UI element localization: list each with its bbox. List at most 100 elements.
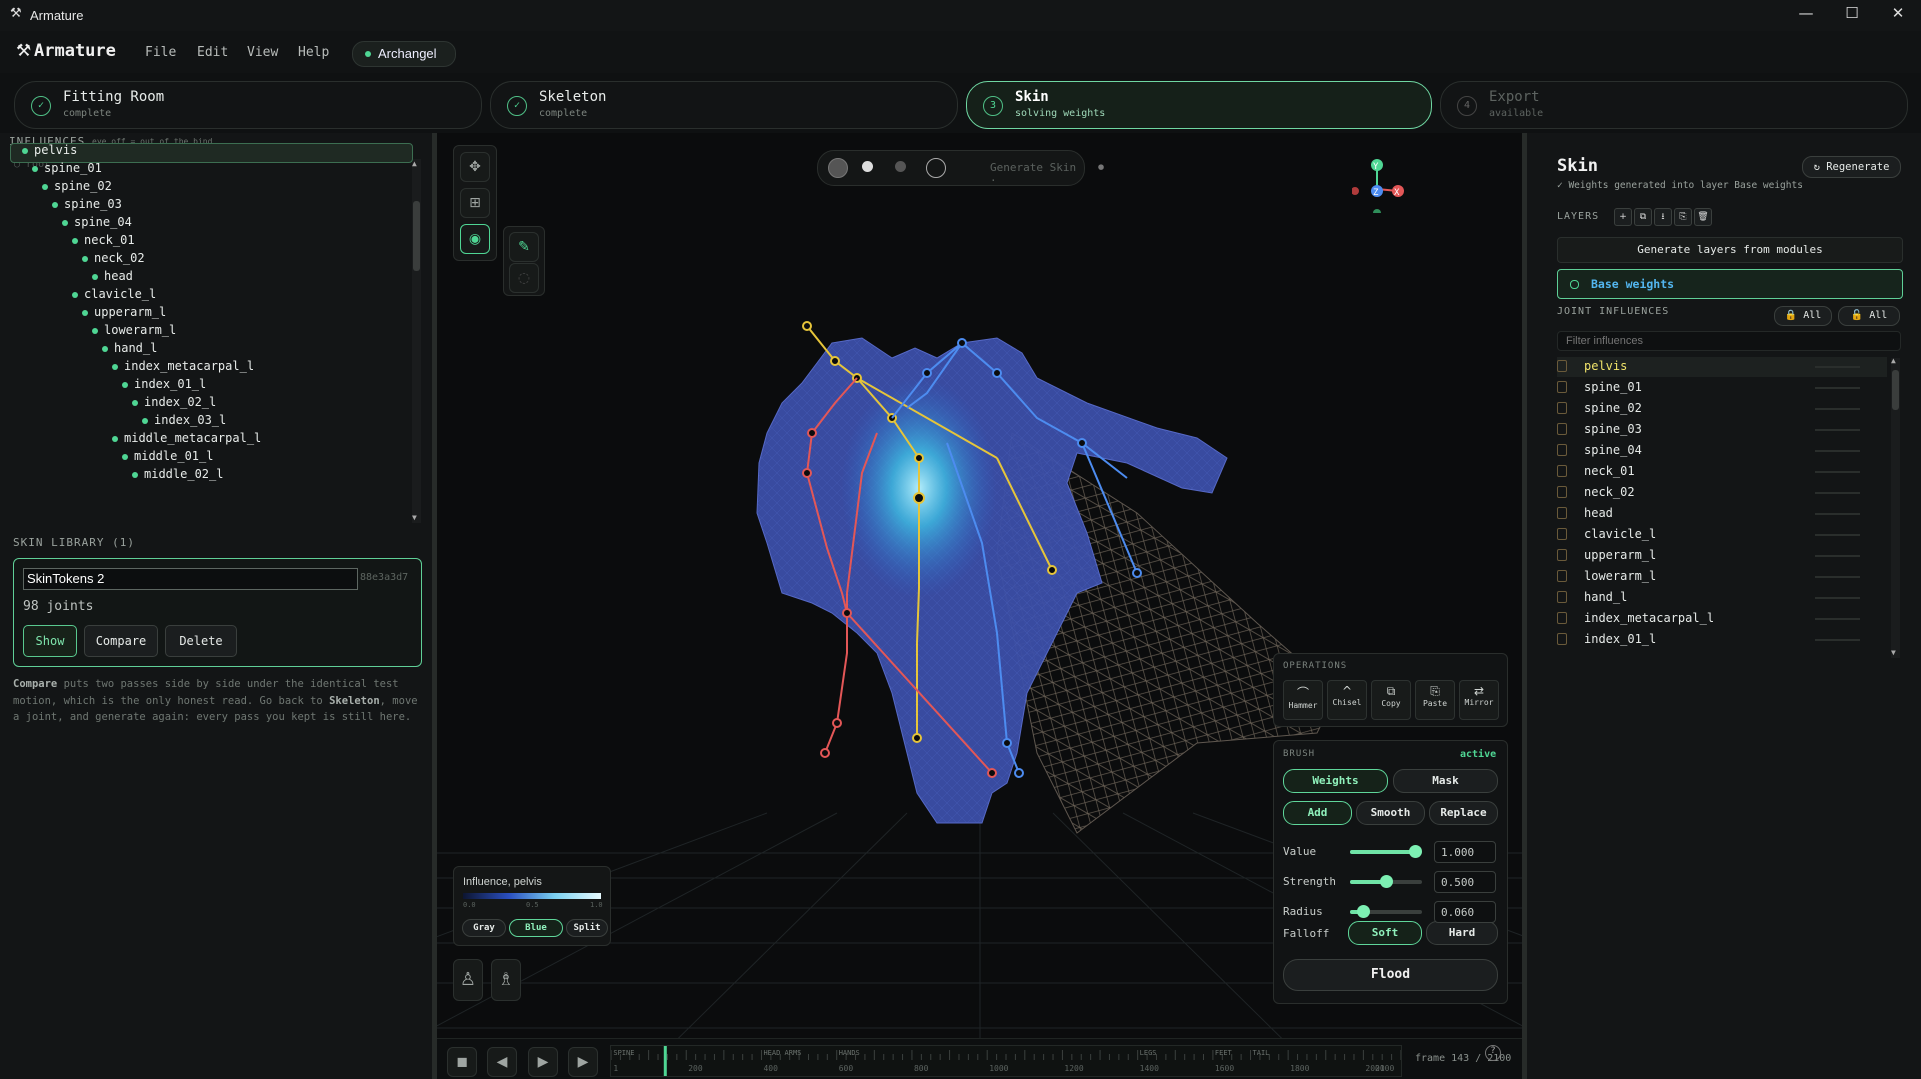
filter-influences-input[interactable] [1557, 331, 1901, 351]
tree-item-neck-01[interactable]: neck_01 [72, 233, 135, 251]
joint-row-upperarm-l[interactable]: upperarm_l [1557, 546, 1887, 566]
delete-layer-icon[interactable]: 🗑 [1694, 208, 1712, 226]
brush-mode-weights[interactable]: Weights [1283, 769, 1388, 793]
op-copy-button[interactable]: ⧉ Copy [1371, 680, 1411, 720]
radius-slider[interactable] [1350, 905, 1422, 918]
layer-base-weights[interactable]: Base weights [1557, 269, 1903, 299]
lock-icon[interactable] [1557, 381, 1567, 393]
duplicate-layer-icon[interactable]: ⧉ [1634, 208, 1652, 226]
tree-item-middle-metacarpal-l[interactable]: middle_metacarpal_l [112, 431, 261, 449]
falloff-hard[interactable]: Hard [1426, 921, 1498, 945]
lock-icon[interactable] [1557, 360, 1567, 372]
menu-file[interactable]: File [145, 45, 176, 60]
lock-icon[interactable] [1557, 549, 1567, 561]
import-layer-icon[interactable]: ⭳ [1654, 208, 1672, 226]
copy-layer-icon[interactable]: ⎘ [1674, 208, 1692, 226]
joint-row-spine-01[interactable]: spine_01 [1557, 378, 1887, 398]
generate-layers-button[interactable]: Generate layers from modules [1557, 237, 1903, 263]
tree-item-index-metacarpal-l[interactable]: index_metacarpal_l [112, 359, 254, 377]
scroll-thumb[interactable] [413, 201, 420, 271]
add-layer-icon[interactable]: + [1614, 208, 1632, 226]
op-paste-button[interactable]: ⎘ Paste [1415, 680, 1455, 720]
scroll-down-icon[interactable]: ▼ [412, 513, 417, 522]
value-slider[interactable] [1350, 845, 1422, 858]
lock-icon[interactable] [1557, 612, 1567, 624]
flood-button[interactable]: Flood [1283, 959, 1498, 991]
lock-icon[interactable] [1557, 507, 1567, 519]
tree-item-hand-l[interactable]: hand_l [102, 341, 157, 359]
brush-op-replace[interactable]: Replace [1429, 801, 1498, 825]
help-icon[interactable]: ? [1485, 1045, 1501, 1061]
tree-item-index-01-l[interactable]: index_01_l [122, 377, 206, 395]
legend-mode-split[interactable]: Split [566, 919, 608, 937]
shading-solid-icon[interactable] [828, 158, 848, 178]
falloff-soft[interactable]: Soft [1348, 921, 1422, 945]
brush-mode-mask[interactable]: Mask [1393, 769, 1498, 793]
menu-help[interactable]: Help [298, 45, 329, 60]
legend-mode-gray[interactable]: Gray [462, 919, 506, 937]
slider-knob[interactable] [1356, 905, 1370, 918]
joint-row-neck-02[interactable]: neck_02 [1557, 483, 1887, 503]
step-skin[interactable]: 3 Skin solving weights [966, 81, 1432, 129]
op-chisel-button[interactable]: ^ Chisel [1327, 680, 1367, 720]
tree-item-spine-03[interactable]: spine_03 [52, 197, 122, 215]
strength-slider[interactable] [1350, 875, 1422, 888]
joint-row-spine-03[interactable]: spine_03 [1557, 420, 1887, 440]
tree-item-middle-01-l[interactable]: middle_01_l [122, 449, 213, 467]
joint-row-lowerarm-l[interactable]: lowerarm_l [1557, 567, 1887, 587]
close-button[interactable]: ✕ [1878, 4, 1918, 26]
play-icon[interactable]: ▶ [528, 1047, 558, 1077]
scroll-thumb[interactable] [1892, 370, 1899, 410]
step-forward-icon[interactable]: ▶ [568, 1047, 598, 1077]
legend-mode-blue[interactable]: Blue [509, 919, 563, 937]
step-back-icon[interactable]: ◀ [487, 1047, 517, 1077]
op-mirror-button[interactable]: ⇄ Mirror [1459, 680, 1499, 720]
delete-button[interactable]: Delete [165, 625, 237, 657]
shading-dark-icon[interactable] [895, 161, 906, 172]
move-tool-icon[interactable]: ✥ [460, 152, 490, 182]
lock-icon[interactable] [1557, 633, 1567, 645]
scroll-up-icon[interactable]: ▲ [1891, 356, 1896, 365]
radius-value-input[interactable]: 0.060 [1434, 901, 1496, 923]
brush-icon[interactable]: ✎ [509, 232, 539, 262]
strength-value-input[interactable]: 0.500 [1434, 871, 1496, 893]
op-hammer-button[interactable]: ⌒ Hammer [1283, 680, 1323, 720]
joint-row-pelvis[interactable]: pelvis [1557, 357, 1887, 377]
tree-item-spine-02[interactable]: spine_02 [42, 179, 112, 197]
lock-all-button[interactable]: 🔒 All [1774, 306, 1832, 326]
lasso-icon[interactable]: ◌ [509, 263, 539, 293]
lock-icon[interactable] [1557, 591, 1567, 603]
axis-gizmo[interactable]: Y X Z [1351, 133, 1422, 217]
joint-row-index-01-l[interactable]: index_01_l [1557, 630, 1887, 650]
lock-icon[interactable] [1557, 465, 1567, 477]
lock-icon[interactable] [1557, 486, 1567, 498]
joint-scrollbar[interactable]: ▲ ▼ [1891, 356, 1900, 658]
step-fitting-room[interactable]: ✓ Fitting Room complete [14, 81, 482, 129]
menu-view[interactable]: View [247, 45, 278, 60]
project-chip[interactable]: Archangel [352, 41, 456, 67]
menu-edit[interactable]: Edit [197, 45, 228, 60]
tree-item-upperarm-l[interactable]: upperarm_l [82, 305, 166, 323]
value-value-input[interactable]: 1.000 [1434, 841, 1496, 863]
shading-matcap-icon[interactable] [862, 161, 873, 172]
lock-icon[interactable] [1557, 528, 1567, 540]
tree-scrollbar[interactable]: ▲ ▼ [412, 159, 421, 523]
maximize-button[interactable]: ☐ [1832, 4, 1872, 26]
frame-tool-icon[interactable]: ⊞ [460, 188, 490, 218]
lock-icon[interactable] [1557, 444, 1567, 456]
lock-icon[interactable] [1557, 570, 1567, 582]
brush-op-add[interactable]: Add [1283, 801, 1352, 825]
regenerate-button[interactable]: ↻ Regenerate [1802, 156, 1901, 178]
joint-row-spine-02[interactable]: spine_02 [1557, 399, 1887, 419]
joint-row-hand-l[interactable]: hand_l [1557, 588, 1887, 608]
joint-row-neck-01[interactable]: neck_01 [1557, 462, 1887, 482]
lock-icon[interactable] [1557, 423, 1567, 435]
step-export[interactable]: 4 Export available [1440, 81, 1908, 129]
wireframe-icon[interactable] [926, 158, 946, 178]
skin-name-input[interactable]: SkinTokens 2 [23, 568, 358, 590]
brush-op-smooth[interactable]: Smooth [1356, 801, 1425, 825]
slider-knob[interactable] [1408, 845, 1422, 858]
stop-icon[interactable]: ◼ [447, 1047, 477, 1077]
show-button[interactable]: Show [23, 625, 77, 657]
mannequin-solid-icon[interactable]: ♙ [453, 959, 483, 1001]
